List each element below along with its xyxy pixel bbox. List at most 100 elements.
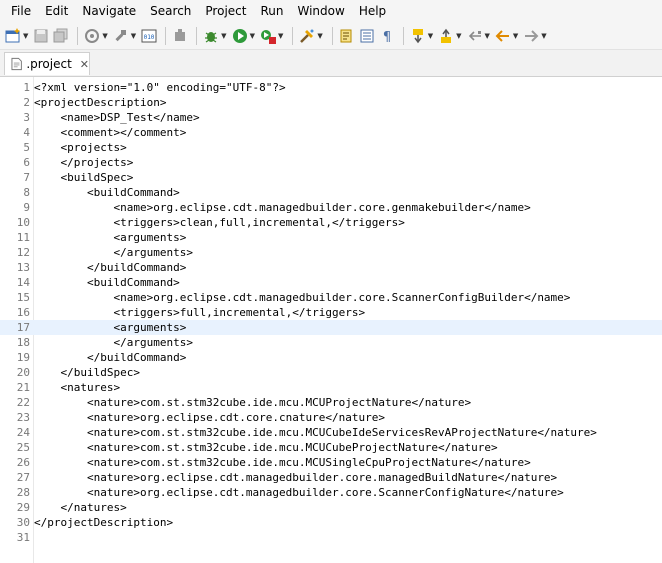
line-number: 13 xyxy=(16,261,30,274)
line-number: 12 xyxy=(16,246,30,259)
code-text: <projectDescription> xyxy=(34,96,167,109)
code-text: </buildCommand> xyxy=(34,351,187,364)
show-whitespace-icon: ¶ xyxy=(383,30,391,45)
binary-button[interactable]: 010 xyxy=(140,25,158,47)
chevron-down-icon[interactable]: ▼ xyxy=(456,32,461,40)
code-text: <natures> xyxy=(34,381,121,394)
code-line: 6 </projects> xyxy=(0,155,662,170)
close-icon[interactable]: ✕ xyxy=(80,58,89,71)
save-icon xyxy=(34,29,48,43)
annotation-next-icon xyxy=(412,29,423,44)
line-number: 2 xyxy=(23,96,30,109)
code-text: <nature>com.st.stm32cube.ide.mcu.MCUCube… xyxy=(34,441,498,454)
chevron-down-icon[interactable]: ▼ xyxy=(221,32,226,40)
text-editor[interactable]: 1 <?xml version="1.0" encoding="UTF-8"?> 2… xyxy=(0,77,662,563)
run-button[interactable]: ▼ xyxy=(231,25,257,47)
show-whitespace-button[interactable]: ¶ xyxy=(378,25,396,47)
print-button[interactable]: ▼ xyxy=(83,25,109,47)
run-icon xyxy=(232,29,247,43)
line-number: 24 xyxy=(16,426,30,439)
toolbar-separator xyxy=(402,27,404,45)
code-line: 5 <projects> xyxy=(0,140,662,155)
new-icon xyxy=(5,28,20,43)
code-line: 25 <nature>com.st.stm32cube.ide.mcu.MCUC… xyxy=(0,440,662,455)
code-text: <buildCommand> xyxy=(34,276,180,289)
code-text: <name>DSP_Test</name> xyxy=(34,111,200,124)
xml-file-icon xyxy=(11,57,22,71)
code-text: <arguments> xyxy=(34,321,187,334)
debug-button[interactable]: ▼ xyxy=(202,25,228,47)
line-number: 7 xyxy=(23,171,30,184)
tab-project-file[interactable]: .project ✕ xyxy=(4,52,90,75)
chevron-down-icon[interactable]: ▼ xyxy=(317,32,322,40)
toolbar-separator xyxy=(292,27,294,45)
prev-annotation-button[interactable]: ▼ xyxy=(437,25,463,47)
code-text: <projects> xyxy=(34,141,127,154)
search-button[interactable]: ▼ xyxy=(298,25,324,47)
save-all-button[interactable] xyxy=(52,25,70,47)
forward-button[interactable]: ▼ xyxy=(522,25,548,47)
code-line: 13 </buildCommand> xyxy=(0,260,662,275)
code-line: 10 <triggers>clean,full,incremental,</tr… xyxy=(0,215,662,230)
chevron-down-icon[interactable]: ▼ xyxy=(278,32,283,40)
svg-text:¶: ¶ xyxy=(383,30,391,45)
mark-occurrences-icon xyxy=(340,29,352,43)
next-annotation-button[interactable]: ▼ xyxy=(409,25,435,47)
run-debug-button[interactable] xyxy=(171,25,189,47)
chevron-down-icon[interactable]: ▼ xyxy=(23,32,28,40)
line-number: 6 xyxy=(23,156,30,169)
line-number: 23 xyxy=(16,411,30,424)
code-text: </buildCommand> xyxy=(34,261,187,274)
menu-navigate[interactable]: Navigate xyxy=(75,0,143,23)
menu-run[interactable]: Run xyxy=(253,0,290,23)
external-tools-button[interactable]: ▼ xyxy=(259,25,285,47)
line-number: 3 xyxy=(23,111,30,124)
run-debug-icon xyxy=(175,29,186,41)
line-number: 30 xyxy=(16,516,30,529)
main-toolbar: ▼ ▼ ▼ 010 ▼ ▼ ▼ ▼ ¶ ▼ ▼ ▼ ▼ ▼ xyxy=(0,23,662,50)
code-line: 2 <projectDescription> xyxy=(0,95,662,110)
menu-project[interactable]: Project xyxy=(198,0,253,23)
chevron-down-icon[interactable]: ▼ xyxy=(513,32,518,40)
chevron-down-icon[interactable]: ▼ xyxy=(250,32,255,40)
toggle-mark-button[interactable] xyxy=(338,25,356,47)
code-line: 21 <natures> xyxy=(0,380,662,395)
code-line: 4 <comment></comment> xyxy=(0,125,662,140)
external-tools-icon xyxy=(260,30,276,44)
line-number: 21 xyxy=(16,381,30,394)
line-number: 29 xyxy=(16,501,30,514)
menu-help[interactable]: Help xyxy=(352,0,393,23)
toolbar-separator xyxy=(77,27,79,45)
binary-icon: 010 xyxy=(141,29,157,43)
chevron-down-icon[interactable]: ▼ xyxy=(541,32,546,40)
code-line: 30 </projectDescription> xyxy=(0,515,662,530)
menu-edit[interactable]: Edit xyxy=(38,0,75,23)
back-icon xyxy=(495,30,509,42)
chevron-down-icon[interactable]: ▼ xyxy=(485,32,490,40)
last-edit-button[interactable]: ▼ xyxy=(466,25,492,47)
editor-tab-bar: .project ✕ xyxy=(0,50,662,77)
block-selection-icon xyxy=(360,29,374,43)
chevron-down-icon[interactable]: ▼ xyxy=(428,32,433,40)
code-line: 14 <buildCommand> xyxy=(0,275,662,290)
toggle-block-button[interactable] xyxy=(358,25,376,47)
code-text: <nature>org.eclipse.cdt.managedbuilder.c… xyxy=(34,486,564,499)
chevron-down-icon[interactable]: ▼ xyxy=(131,32,136,40)
code-line: 1 <?xml version="1.0" encoding="UTF-8"?> xyxy=(0,80,662,95)
build-button[interactable]: ▼ xyxy=(112,25,138,47)
code-text: <comment></comment> xyxy=(34,126,187,139)
menu-search[interactable]: Search xyxy=(143,0,198,23)
menu-window[interactable]: Window xyxy=(290,0,351,23)
code-line: 31 xyxy=(0,530,662,545)
new-button[interactable]: ▼ xyxy=(4,25,30,47)
back-button[interactable]: ▼ xyxy=(494,25,520,47)
menu-file[interactable]: File xyxy=(0,0,38,23)
code-line: 11 <arguments> xyxy=(0,230,662,245)
toolbar-separator xyxy=(196,27,198,45)
code-line: 3 <name>DSP_Test</name> xyxy=(0,110,662,125)
code-text: <?xml version="1.0" encoding="UTF-8"?> xyxy=(34,81,286,94)
line-number: 8 xyxy=(23,186,30,199)
save-button[interactable] xyxy=(32,25,50,47)
chevron-down-icon[interactable]: ▼ xyxy=(102,32,107,40)
build-icon xyxy=(115,30,126,42)
